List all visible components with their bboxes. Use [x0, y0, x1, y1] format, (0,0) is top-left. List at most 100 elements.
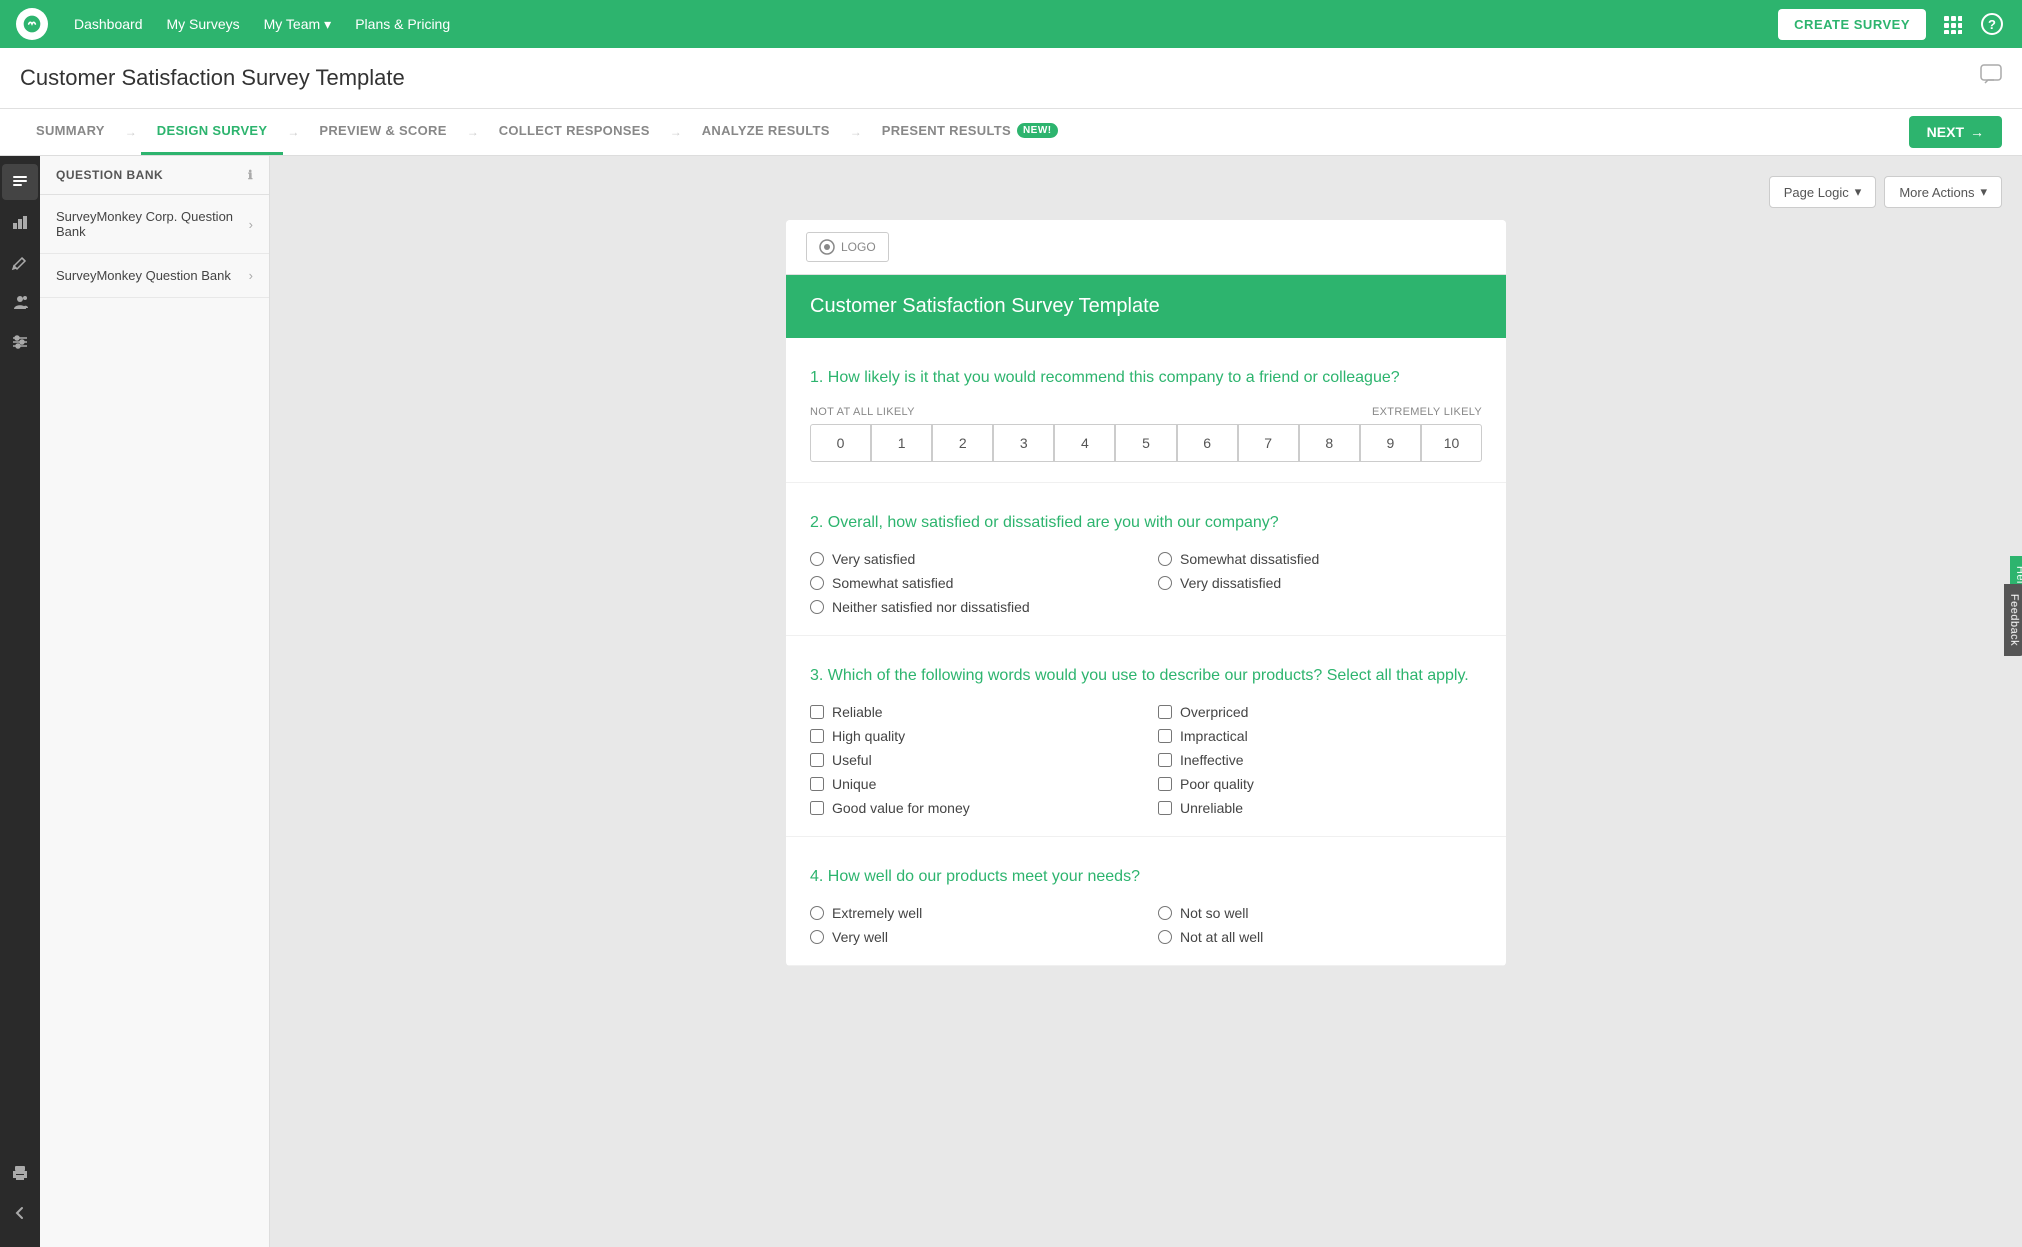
tab-summary[interactable]: SUMMARY — [20, 109, 121, 155]
sliders-icon[interactable] — [2, 324, 38, 360]
info-icon[interactable]: ℹ — [248, 168, 253, 182]
question-2-options: Very satisfied Somewhat dissatisfied Som… — [810, 551, 1482, 615]
survey-content: Page Logic ▾ More Actions ▾ LOGO Custome… — [270, 156, 2022, 1247]
tab-arrow-5: → — [850, 125, 862, 139]
logo-bar: LOGO — [786, 220, 1506, 275]
chevron-right-icon-2: › — [249, 268, 253, 283]
scale-0[interactable]: 0 — [810, 424, 871, 462]
page-logic-button[interactable]: Page Logic ▾ — [1769, 176, 1877, 208]
option-extremely-well[interactable]: Extremely well — [810, 905, 1134, 921]
scale-6[interactable]: 6 — [1177, 424, 1238, 462]
page-title: Customer Satisfaction Survey Template — [20, 65, 405, 91]
help-icon[interactable]: ? — [1978, 10, 2006, 38]
question-4-text: 4. How well do our products meet your ne… — [810, 865, 1482, 889]
svg-text:?: ? — [1988, 17, 1996, 32]
main-layout: QUESTION BANK ℹ SurveyMonkey Corp. Quest… — [0, 156, 2022, 1247]
scale-8[interactable]: 8 — [1299, 424, 1360, 462]
scale-9[interactable]: 9 — [1360, 424, 1421, 462]
option-poor-quality[interactable]: Poor quality — [1158, 776, 1482, 792]
option-not-at-all-well[interactable]: Not at all well — [1158, 929, 1482, 945]
scale-4[interactable]: 4 — [1054, 424, 1115, 462]
option-not-so-well[interactable]: Not so well — [1158, 905, 1482, 921]
page-logic-chevron-icon: ▾ — [1855, 184, 1862, 200]
scale-5[interactable]: 5 — [1115, 424, 1176, 462]
questions-icon[interactable] — [2, 164, 38, 200]
logo[interactable] — [16, 8, 48, 40]
tab-preview-score[interactable]: PREVIEW & SCORE — [303, 109, 462, 155]
question-1: 1. How likely is it that you would recom… — [786, 338, 1506, 483]
question-1-text: 1. How likely is it that you would recom… — [810, 366, 1482, 390]
next-button[interactable]: NEXT → — [1909, 116, 2002, 148]
question-3-text: 3. Which of the following words would yo… — [810, 664, 1482, 688]
create-survey-button[interactable]: CREATE SURVEY — [1778, 9, 1926, 40]
logo-placeholder[interactable]: LOGO — [806, 232, 889, 262]
nav-my-surveys[interactable]: My Surveys — [157, 10, 250, 38]
tab-arrow-4: → — [670, 125, 682, 139]
tab-arrow-3: → — [467, 125, 479, 139]
print-icon[interactable] — [2, 1155, 38, 1191]
option-impractical[interactable]: Impractical — [1158, 728, 1482, 744]
question-3: 3. Which of the following words would yo… — [786, 636, 1506, 837]
option-somewhat-dissatisfied[interactable]: Somewhat dissatisfied — [1158, 551, 1482, 567]
question-3-options: Reliable Overpriced High quality Impract… — [810, 704, 1482, 816]
option-reliable[interactable]: Reliable — [810, 704, 1134, 720]
scale-1[interactable]: 1 — [871, 424, 932, 462]
tab-navigation: SUMMARY → DESIGN SURVEY → PREVIEW & SCOR… — [0, 109, 2022, 156]
tab-collect-responses[interactable]: COLLECT RESPONSES — [483, 109, 666, 155]
grid-icon[interactable] — [1938, 10, 1966, 38]
chat-icon[interactable] — [1980, 64, 2002, 92]
dropdown-arrow-icon: ▾ — [324, 16, 331, 33]
scale-10[interactable]: 10 — [1421, 424, 1482, 462]
more-actions-button[interactable]: More Actions ▾ — [1884, 176, 2002, 208]
sm-question-bank-item[interactable]: SurveyMonkey Question Bank › — [40, 254, 269, 298]
icon-sidebar — [0, 156, 40, 1247]
pencil-icon[interactable] — [2, 244, 38, 280]
chart-icon[interactable] — [2, 204, 38, 240]
survey-header: Customer Satisfaction Survey Template — [786, 275, 1506, 338]
option-very-dissatisfied[interactable]: Very dissatisfied — [1158, 575, 1482, 591]
tab-design-survey[interactable]: DESIGN SURVEY — [141, 109, 284, 155]
question-2: 2. Overall, how satisfied or dissatisfie… — [786, 483, 1506, 636]
feedback-tab[interactable]: Feedback — [2004, 583, 2022, 655]
option-ineffective[interactable]: Ineffective — [1158, 752, 1482, 768]
scale-labels: NOT AT ALL LIKELY EXTREMELY LIKELY — [810, 406, 1482, 418]
chevron-right-icon: › — [249, 217, 253, 232]
nav-dashboard[interactable]: Dashboard — [64, 10, 153, 38]
option-somewhat-satisfied[interactable]: Somewhat satisfied — [810, 575, 1134, 591]
nav-plans-pricing[interactable]: Plans & Pricing — [345, 10, 460, 38]
nav-links: Dashboard My Surveys My Team ▾ Plans & P… — [64, 10, 1778, 39]
option-overpriced[interactable]: Overpriced — [1158, 704, 1482, 720]
nav-my-team[interactable]: My Team ▾ — [254, 10, 342, 39]
collapse-icon[interactable] — [2, 1195, 38, 1231]
new-badge: NEW! — [1017, 123, 1058, 138]
question-4: 4. How well do our products meet your ne… — [786, 837, 1506, 966]
corp-question-bank-item[interactable]: SurveyMonkey Corp. Question Bank › — [40, 195, 269, 254]
survey-toolbar: Page Logic ▾ More Actions ▾ — [290, 176, 2002, 208]
option-unique[interactable]: Unique — [810, 776, 1134, 792]
scale-7[interactable]: 7 — [1238, 424, 1299, 462]
tab-arrow-2: → — [287, 125, 299, 139]
tabs-container: SUMMARY → DESIGN SURVEY → PREVIEW & SCOR… — [20, 109, 1074, 155]
more-actions-chevron-icon: ▾ — [1980, 184, 1987, 200]
next-arrow-icon: → — [1970, 124, 1984, 140]
option-neither[interactable]: Neither satisfied nor dissatisfied — [810, 599, 1134, 615]
option-good-value[interactable]: Good value for money — [810, 800, 1134, 816]
option-unreliable[interactable]: Unreliable — [1158, 800, 1482, 816]
top-navigation: Dashboard My Surveys My Team ▾ Plans & P… — [0, 0, 2022, 48]
scale-row: 0 1 2 3 4 5 6 7 8 9 10 — [810, 424, 1482, 462]
tab-present-results[interactable]: PRESENT RESULTS NEW! — [866, 109, 1074, 155]
nav-right: CREATE SURVEY ? — [1778, 9, 2006, 40]
tab-analyze-results[interactable]: ANALYZE RESULTS — [686, 109, 846, 155]
scale-3[interactable]: 3 — [993, 424, 1054, 462]
option-high-quality[interactable]: High quality — [810, 728, 1134, 744]
people-icon[interactable] — [2, 284, 38, 320]
question-4-options: Extremely well Not so well Very well Not… — [810, 905, 1482, 945]
question-bank-header: QUESTION BANK ℹ — [40, 156, 269, 195]
scale-2[interactable]: 2 — [932, 424, 993, 462]
option-very-satisfied[interactable]: Very satisfied — [810, 551, 1134, 567]
question-2-text: 2. Overall, how satisfied or dissatisfie… — [810, 511, 1482, 535]
option-very-well[interactable]: Very well — [810, 929, 1134, 945]
tab-arrow-1: → — [125, 125, 137, 139]
option-useful[interactable]: Useful — [810, 752, 1134, 768]
page-title-bar: Customer Satisfaction Survey Template — [0, 48, 2022, 109]
